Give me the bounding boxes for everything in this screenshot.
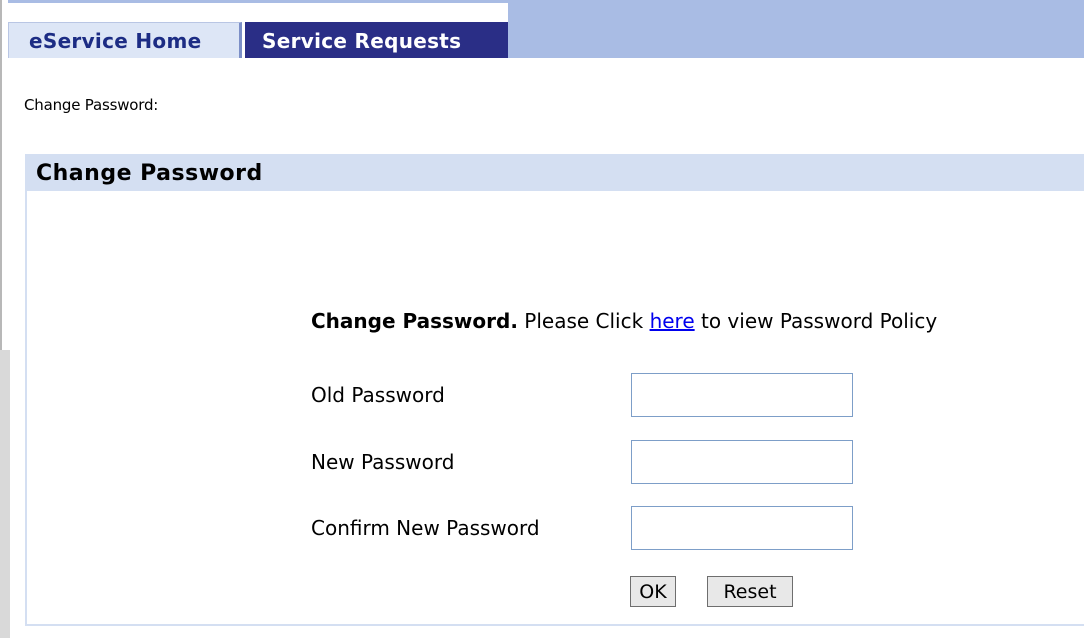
form-intro: Change Password. Please Click here to vi… (311, 309, 937, 333)
tab-service-requests[interactable]: Service Requests (245, 22, 508, 58)
tab-bar-fill (508, 3, 1084, 58)
ok-button[interactable]: OK (630, 576, 676, 607)
confirm-password-label: Confirm New Password (311, 516, 540, 540)
intro-text-end: to view Password Policy (694, 309, 938, 333)
new-password-row: New Password (311, 440, 911, 484)
tab-eservice-home[interactable]: eService Home (8, 22, 242, 58)
old-password-input[interactable] (631, 373, 853, 417)
tab-label: eService Home (29, 28, 202, 53)
old-password-label: Old Password (311, 383, 445, 407)
reset-button[interactable]: Reset (707, 576, 793, 607)
panel-header: Change Password (27, 156, 1084, 191)
new-password-input[interactable] (631, 440, 853, 484)
new-password-label: New Password (311, 450, 455, 474)
change-password-panel: Change Password Change Password. Please … (25, 154, 1084, 626)
tab-label: Service Requests (262, 28, 462, 53)
old-password-row: Old Password (311, 373, 911, 417)
intro-heading: Change Password. (311, 309, 518, 333)
tab-bar: eService Home Service Requests (8, 0, 1084, 58)
panel-title: Change Password (36, 161, 263, 186)
scrollbar-track[interactable] (0, 350, 10, 638)
page: eService Home Service Requests Change Pa… (0, 0, 1084, 638)
password-policy-link[interactable]: here (650, 309, 695, 333)
confirm-password-input[interactable] (631, 506, 853, 550)
confirm-password-row: Confirm New Password (311, 506, 911, 550)
breadcrumb: Change Password: (24, 96, 159, 114)
intro-text: Please Click (517, 309, 650, 333)
